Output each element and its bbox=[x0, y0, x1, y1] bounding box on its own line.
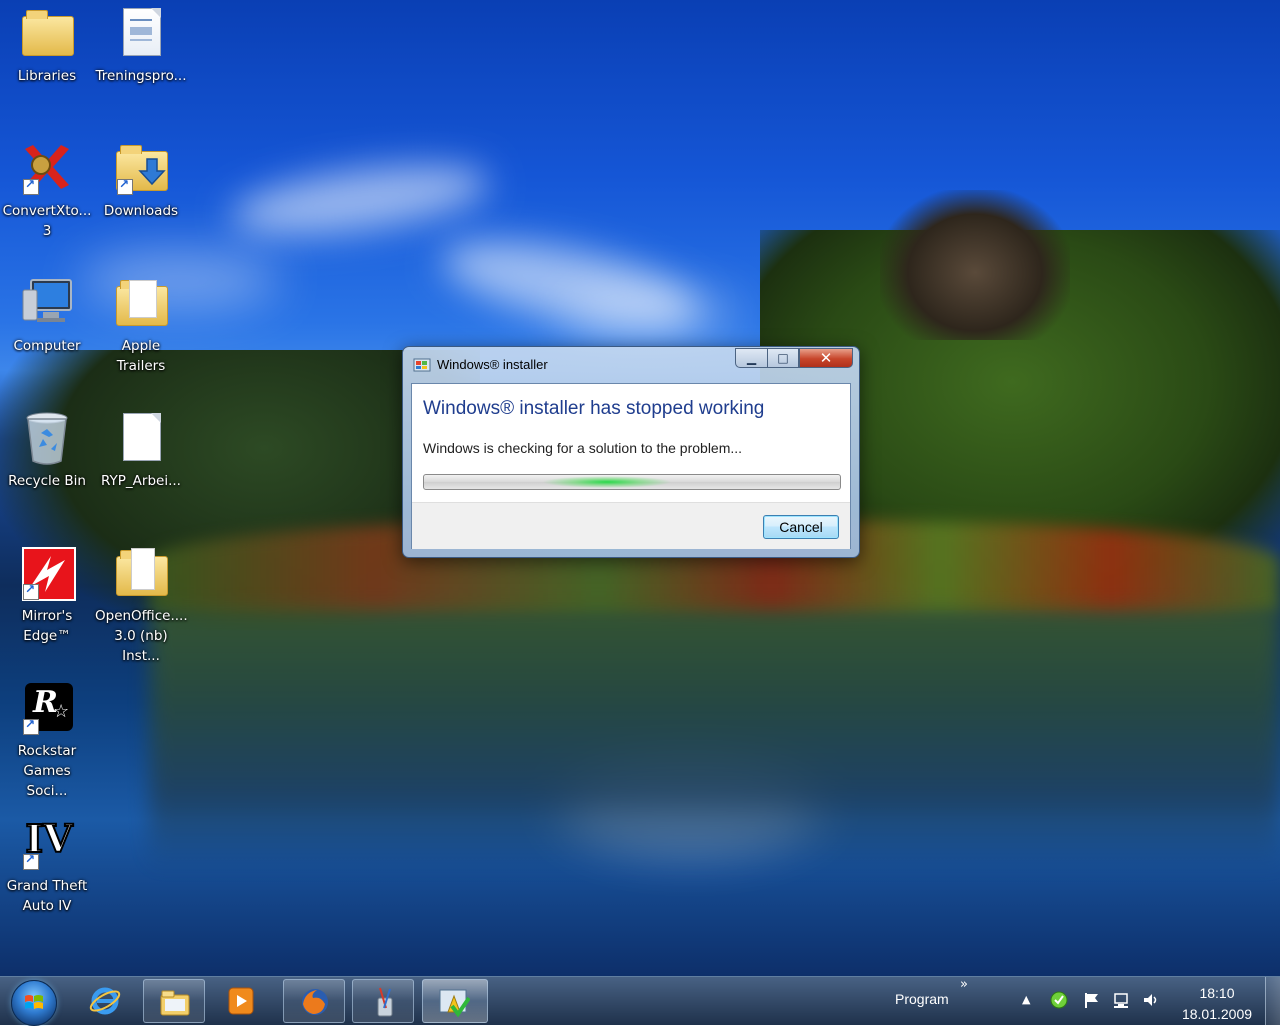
desktop-icon-convertx[interactable]: ConvertXto... 3 bbox=[1, 141, 93, 241]
volume-icon[interactable] bbox=[1142, 991, 1160, 1009]
desktop-icon-rockstar[interactable]: R ☆ Rockstar Games Soci... bbox=[1, 681, 93, 801]
error-dialog: Windows® installer ▁ □ ✕ Windows® instal… bbox=[402, 346, 860, 558]
desktop-icon-label: OpenOffice.... 3.0 (nb) Inst... bbox=[95, 608, 188, 664]
toolbar-chevron-icon[interactable]: » bbox=[960, 977, 968, 992]
wallpaper-lake-reflection bbox=[150, 610, 1280, 870]
desktop-icon-openoffice[interactable]: OpenOffice.... 3.0 (nb) Inst... bbox=[95, 546, 188, 666]
tray-expand-arrow-icon[interactable]: ▲ bbox=[1022, 993, 1030, 1006]
folder-icon bbox=[115, 276, 168, 328]
system-clock[interactable]: 18:10 18.01.2009 bbox=[1172, 983, 1262, 1025]
media-player-icon bbox=[228, 987, 254, 1015]
cancel-button[interactable]: Cancel bbox=[763, 515, 839, 539]
show-desktop-button[interactable] bbox=[1265, 977, 1280, 1025]
desktop-icon-recycle-bin[interactable]: Recycle Bin bbox=[1, 411, 93, 491]
dialog-message: Windows is checking for a solution to th… bbox=[423, 440, 743, 456]
computer-icon bbox=[21, 276, 73, 328]
mirrors-edge-icon bbox=[21, 546, 76, 601]
desktop-icon-label: RYP_Arbei... bbox=[101, 473, 181, 489]
desktop-icon-gta-iv[interactable]: IV Grand Theft Auto IV bbox=[1, 815, 93, 916]
desktop-icon-ryp-arbei[interactable]: RYP_Arbei... bbox=[95, 411, 187, 491]
desktop-icon-label: Grand Theft Auto IV bbox=[6, 878, 88, 914]
wallpaper-cloud bbox=[227, 152, 493, 248]
firefox-icon bbox=[302, 989, 328, 1015]
convertx-icon bbox=[21, 141, 73, 195]
windows-logo-icon bbox=[25, 995, 43, 1009]
desktop-icon-computer[interactable]: Computer bbox=[1, 276, 93, 356]
dialog-headline: Windows® installer has stopped working bbox=[423, 398, 765, 419]
taskbar-internet-explorer[interactable] bbox=[74, 979, 136, 1023]
dialog-footer: Cancel bbox=[412, 502, 850, 549]
windows-installer-icon bbox=[413, 357, 431, 373]
desktop-icon-label: Downloads bbox=[103, 203, 179, 219]
network-icon[interactable] bbox=[1113, 991, 1131, 1009]
blank-document-icon bbox=[115, 411, 167, 463]
caption-buttons: ▁ □ ✕ bbox=[735, 348, 853, 368]
clock-time: 18:10 bbox=[1199, 985, 1235, 1001]
dialog-content: Windows® installer has stopped working W… bbox=[411, 383, 851, 549]
desktop-icon-label: Rockstar Games Soci... bbox=[17, 743, 77, 799]
desktop-icon-libraries[interactable]: Libraries bbox=[1, 6, 93, 86]
wallpaper-rock bbox=[880, 190, 1070, 340]
dialog-titlebar[interactable]: Windows® installer ▁ □ ✕ bbox=[403, 347, 859, 381]
downloads-folder-icon bbox=[115, 141, 168, 195]
maximize-icon: □ bbox=[777, 351, 789, 365]
folder-icon bbox=[115, 546, 168, 598]
close-button[interactable]: ✕ bbox=[799, 348, 853, 368]
progress-bar bbox=[423, 474, 841, 490]
desktop-icon-label: Mirror's Edge™ bbox=[21, 608, 73, 644]
security-shield-icon[interactable] bbox=[1050, 991, 1068, 1009]
dialog-title: Windows® installer bbox=[437, 357, 548, 372]
desktop-icon-mirrors-edge[interactable]: Mirror's Edge™ bbox=[1, 546, 93, 646]
desktop-icon-apple-trailers[interactable]: Apple Trailers bbox=[95, 276, 187, 376]
taskbar-firefox[interactable] bbox=[283, 979, 345, 1023]
gta-iv-icon: IV bbox=[21, 815, 74, 870]
libraries-icon bbox=[21, 6, 74, 58]
rockstar-icon: R ☆ bbox=[21, 681, 73, 735]
document-icon bbox=[115, 6, 167, 58]
windows-explorer-icon bbox=[160, 990, 190, 1016]
close-icon: ✕ bbox=[819, 349, 833, 367]
desktop-icon-downloads[interactable]: Downloads bbox=[95, 141, 187, 221]
start-button[interactable] bbox=[11, 980, 57, 1026]
desktop-icon-label: Computer bbox=[13, 338, 81, 354]
progress-marquee bbox=[542, 476, 672, 488]
minimize-icon: ▁ bbox=[746, 351, 757, 365]
action-center-flag-icon[interactable] bbox=[1083, 991, 1101, 1009]
taskbar-windows-explorer[interactable] bbox=[143, 979, 205, 1023]
desktop-icon-label: Treningspro... bbox=[95, 68, 187, 84]
desktop-icon-treningspro[interactable]: Treningspro... bbox=[95, 6, 187, 86]
wallpaper-cloud bbox=[560, 290, 740, 340]
desktop-icon-label: Apple Trailers bbox=[116, 338, 166, 374]
desktop-icon-label: ConvertXto... 3 bbox=[2, 203, 92, 239]
taskbar-paint-tools[interactable] bbox=[352, 979, 414, 1023]
taskbar-media-player[interactable] bbox=[210, 979, 272, 1023]
desktop-icon-label: Libraries bbox=[17, 68, 77, 84]
program-toolbar-label[interactable]: Program bbox=[895, 991, 949, 1007]
clock-date: 18.01.2009 bbox=[1181, 1006, 1253, 1022]
paint-tools-icon bbox=[377, 987, 393, 1017]
taskbar-windows-installer[interactable] bbox=[422, 979, 488, 1023]
windows-installer-icon bbox=[439, 989, 470, 1018]
internet-explorer-icon bbox=[89, 987, 121, 1015]
maximize-button[interactable]: □ bbox=[767, 348, 799, 368]
desktop-icon-label: Recycle Bin bbox=[8, 473, 86, 489]
taskbar: Program » ▲ 18:10 18.01.2009 bbox=[0, 976, 1280, 1026]
minimize-button[interactable]: ▁ bbox=[735, 348, 767, 368]
recycle-bin-icon bbox=[21, 411, 73, 465]
